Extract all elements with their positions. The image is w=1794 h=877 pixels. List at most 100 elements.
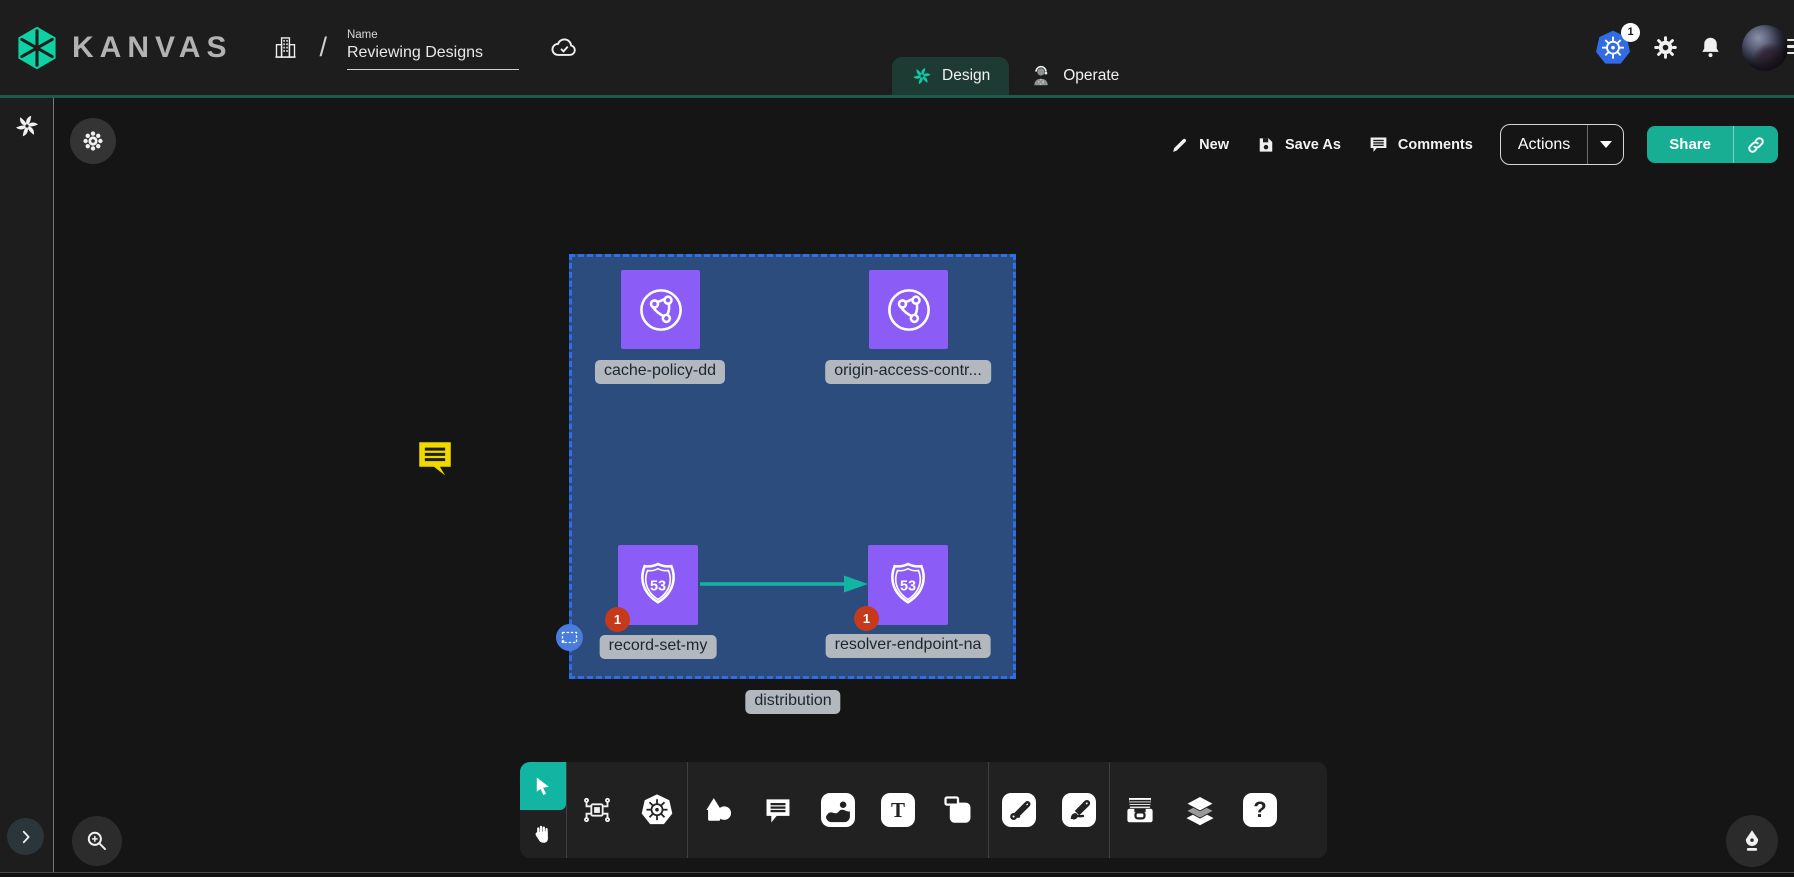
- bottom-edge-strip: [0, 872, 1794, 877]
- group-label-distribution[interactable]: distribution: [745, 690, 840, 714]
- organization-icon[interactable]: [272, 33, 299, 62]
- zoom-button[interactable]: [72, 816, 122, 866]
- pen-nib-icon: [1738, 827, 1766, 855]
- actions-label: Actions: [1501, 125, 1587, 164]
- layers-icon: [1182, 792, 1218, 828]
- shapes-icon: [701, 793, 735, 827]
- help-tool[interactable]: ?: [1230, 762, 1290, 858]
- meshsync-button[interactable]: [70, 118, 116, 164]
- frame-icon: [941, 793, 975, 827]
- sketch-scribble-icon: [1062, 793, 1096, 827]
- tab-operate[interactable]: Operate: [1009, 57, 1138, 95]
- svg-text:53: 53: [650, 578, 666, 594]
- share-label: Share: [1647, 126, 1733, 163]
- tab-design-label: Design: [942, 67, 990, 85]
- select-tool[interactable]: [520, 762, 566, 810]
- infrastructure-tool[interactable]: [567, 762, 627, 858]
- design-name-input[interactable]: [347, 42, 519, 70]
- node-label-cache-policy[interactable]: cache-policy-dd: [595, 360, 725, 384]
- node-resolver-endpoint[interactable]: 53: [868, 545, 948, 625]
- link-icon: [1745, 134, 1767, 156]
- dashed-rect-icon: [561, 631, 578, 644]
- cloudfront-globe-icon: [633, 282, 689, 338]
- new-button[interactable]: New: [1170, 135, 1229, 155]
- copy-link-section[interactable]: [1733, 126, 1778, 163]
- kanvas-hexagon-icon: [14, 25, 60, 71]
- app-header: KANVAS / Name: [0, 0, 1794, 98]
- node-origin-access-control[interactable]: [869, 270, 948, 349]
- pan-tool[interactable]: [520, 810, 566, 858]
- kubernetes-context-button[interactable]: 1: [1593, 28, 1633, 68]
- caret-down-icon: [1600, 141, 1612, 148]
- sidebar-expand-button[interactable]: [7, 818, 44, 855]
- edge-record-set-to-resolver[interactable]: [698, 572, 870, 596]
- cloud-sync-icon: [549, 33, 579, 63]
- tab-operate-label: Operate: [1063, 67, 1119, 85]
- actions-caret[interactable]: [1587, 125, 1623, 164]
- operator-headset-icon: [1028, 63, 1054, 89]
- save-as-button[interactable]: Save As: [1256, 135, 1341, 155]
- node-label-resolver-endpoint[interactable]: resolver-endpoint-na: [826, 634, 991, 658]
- group-resize-handle[interactable]: [556, 624, 583, 651]
- node-record-set[interactable]: 53: [618, 545, 698, 625]
- design-swirl-icon: [911, 65, 933, 87]
- svg-text:53: 53: [900, 578, 916, 594]
- cloudfront-globe-icon: [881, 282, 937, 338]
- comment-tool[interactable]: [748, 762, 808, 858]
- pencil-icon: [1170, 135, 1190, 155]
- mode-tabs: Design Operate: [892, 57, 1138, 95]
- user-avatar[interactable]: [1742, 25, 1788, 71]
- kubernetes-tool[interactable]: [627, 762, 687, 858]
- save-floppy-icon: [1256, 135, 1276, 155]
- question-mark-icon: ?: [1243, 793, 1277, 827]
- node-resolver-endpoint-badge[interactable]: 1: [854, 606, 879, 631]
- components-drawer-tool[interactable]: [1110, 762, 1170, 858]
- node-label-origin-access-control[interactable]: origin-access-contr...: [825, 360, 991, 384]
- shapes-tool[interactable]: [688, 762, 748, 858]
- cursor-arrow-icon: [532, 775, 555, 798]
- comment-pin-icon[interactable]: [414, 436, 456, 480]
- save-as-label: Save As: [1285, 137, 1341, 153]
- settings-gear-icon[interactable]: [1652, 34, 1679, 61]
- name-field-label: Name: [347, 29, 519, 41]
- route53-shield-icon: 53: [630, 557, 686, 613]
- layers-tool[interactable]: [1170, 762, 1230, 858]
- notifications-bell-icon[interactable]: [1698, 35, 1723, 60]
- meshery-swirl-icon[interactable]: [13, 112, 41, 140]
- signature-pen-button[interactable]: [1726, 815, 1778, 867]
- zoom-in-magnifier-icon: [84, 828, 110, 854]
- text-tool[interactable]: T: [868, 762, 928, 858]
- chip-circuit-icon: [580, 793, 614, 827]
- breadcrumb-separator: /: [319, 32, 327, 63]
- frame-tool[interactable]: [928, 762, 988, 858]
- hand-icon: [532, 823, 554, 845]
- pen-path-icon: [1002, 793, 1036, 827]
- text-T-icon: T: [881, 793, 915, 827]
- meshsync-flower-icon: [81, 129, 105, 153]
- canvas-action-bar: New Save As Comments Actions: [1170, 124, 1778, 165]
- kanvas-logo[interactable]: KANVAS: [14, 25, 232, 71]
- comments-button[interactable]: Comments: [1368, 134, 1473, 155]
- kubernetes-wheel-icon: [639, 792, 675, 828]
- media-image-icon: [821, 793, 855, 827]
- drawer-icon: [1122, 792, 1158, 828]
- new-label: New: [1199, 137, 1229, 153]
- route53-shield-icon: 53: [880, 557, 936, 613]
- actions-dropdown-button[interactable]: Actions: [1500, 124, 1624, 165]
- chevron-right-icon: [17, 828, 35, 846]
- comments-label: Comments: [1398, 137, 1473, 153]
- overflow-menu-icon[interactable]: [1787, 39, 1794, 54]
- node-record-set-badge[interactable]: 1: [605, 607, 630, 632]
- media-tool[interactable]: [808, 762, 868, 858]
- node-label-record-set[interactable]: record-set-my: [600, 635, 717, 659]
- kubernetes-context-count-badge: 1: [1621, 23, 1640, 42]
- tab-design[interactable]: Design: [892, 57, 1009, 95]
- edge-pen-tool[interactable]: [989, 762, 1049, 858]
- sketch-tool[interactable]: [1049, 762, 1109, 858]
- logo-text: KANVAS: [72, 31, 232, 65]
- share-button[interactable]: Share: [1647, 126, 1778, 163]
- comment-bubble-icon: [762, 794, 794, 826]
- canvas-toolbar: T: [520, 762, 1327, 858]
- comments-bubble-icon: [1368, 134, 1389, 155]
- node-cache-policy[interactable]: [621, 270, 700, 349]
